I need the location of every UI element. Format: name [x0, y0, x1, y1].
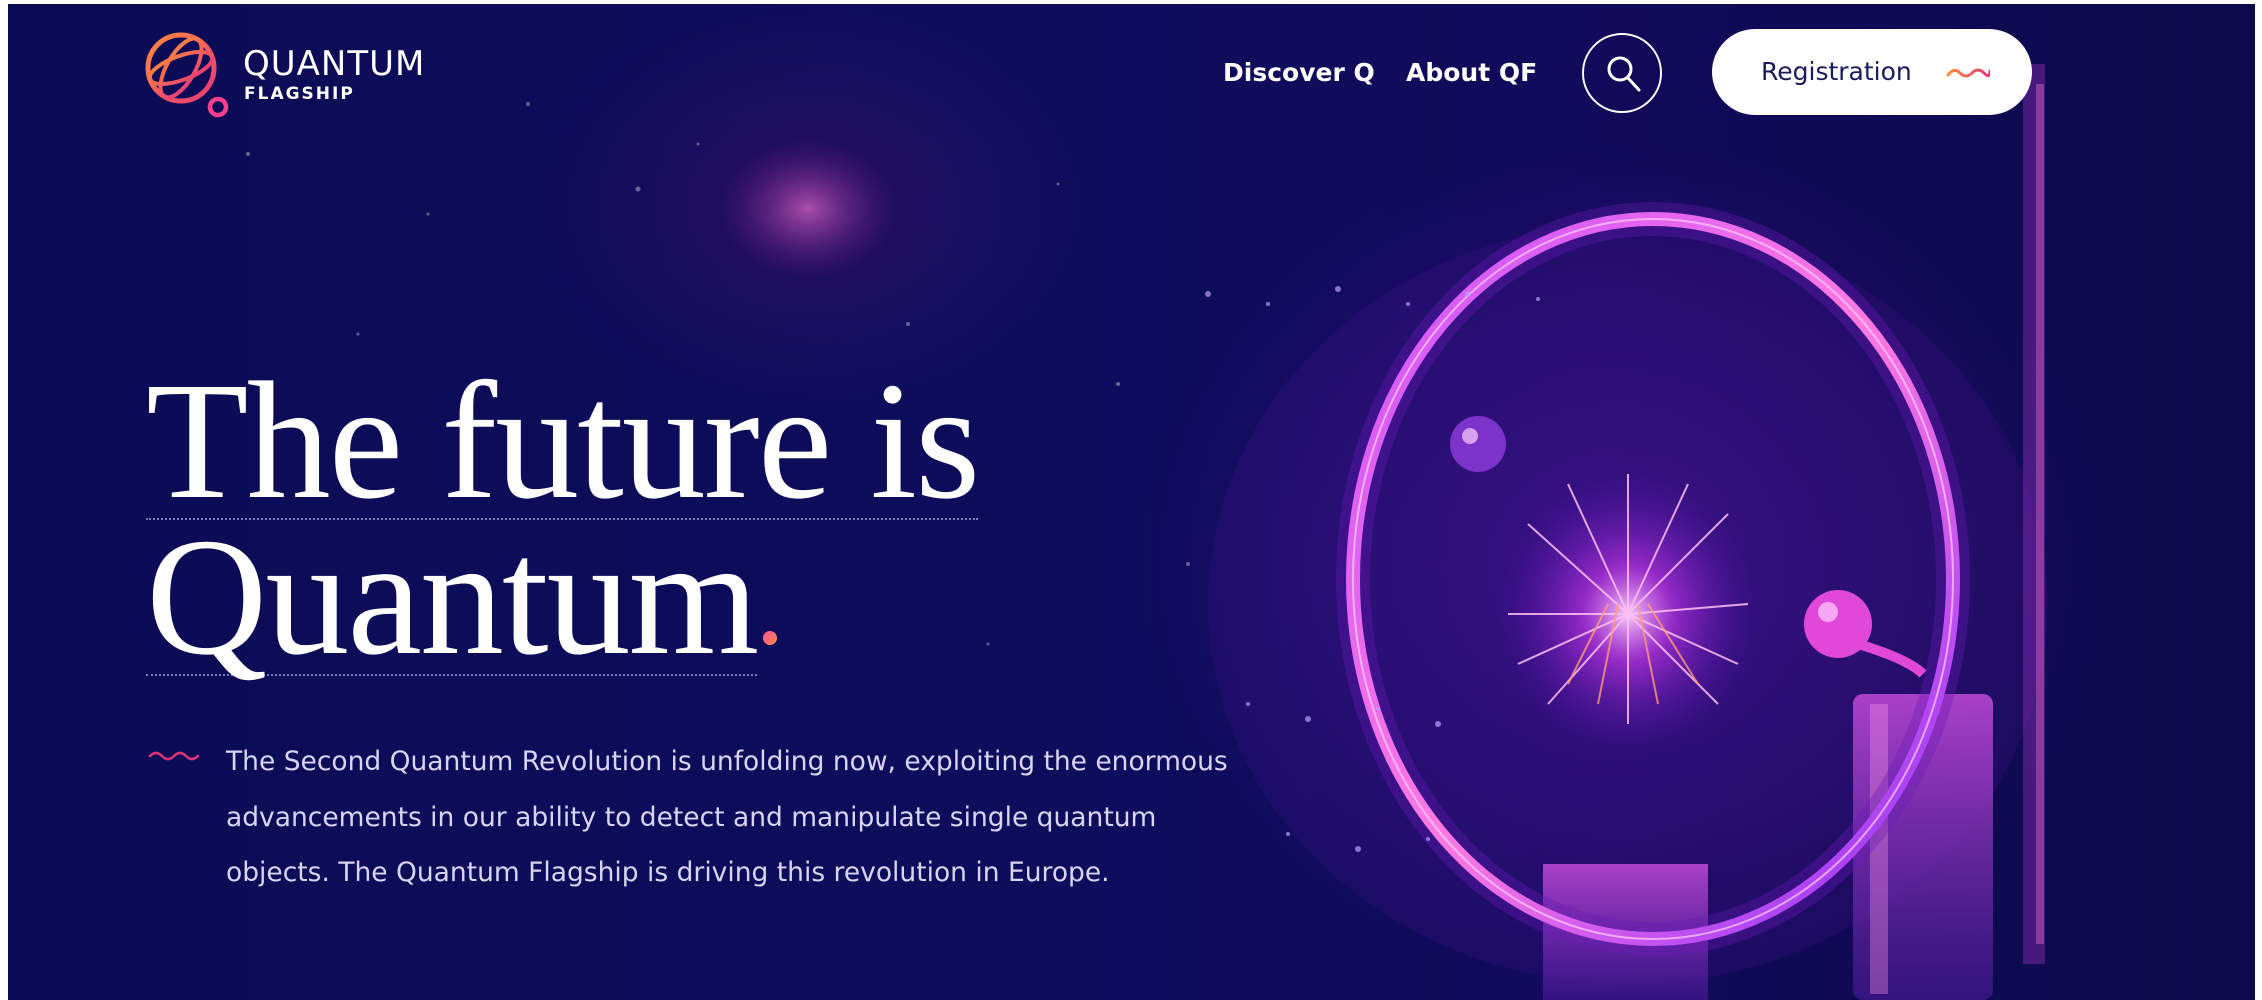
search-icon: [1607, 56, 1641, 92]
wave-icon: [148, 751, 200, 761]
brand-subname: FLAGSHIP: [244, 84, 355, 104]
registration-button[interactable]: Registration: [1712, 29, 2032, 115]
headline-line-2: Quantum: [146, 513, 759, 681]
hero-description: The Second Quantum Revolution is unfoldi…: [226, 746, 1228, 888]
search-button[interactable]: [1582, 33, 1662, 113]
quantum-globe-icon: [145, 32, 229, 118]
brand-name: QUANTUM: [243, 44, 426, 84]
registration-label: Registration: [1761, 57, 1912, 86]
nav-link-discover-q[interactable]: Discover Q: [1223, 56, 1375, 90]
headline-line-2-text: Quantum: [146, 504, 759, 690]
accent-dot: [763, 631, 778, 645]
wave-icon: [1946, 68, 1990, 78]
nav-link-about-qf[interactable]: About QF: [1406, 56, 1537, 90]
brand-logo[interactable]: QUANTUM FLAGSHIP: [143, 28, 453, 128]
headline-line-1: The future is: [146, 348, 980, 534]
hero-headline: The future is Quantum: [146, 348, 1046, 681]
page: QUANTUM FLAGSHIP Discover Q About QF Reg…: [8, 4, 2255, 1000]
